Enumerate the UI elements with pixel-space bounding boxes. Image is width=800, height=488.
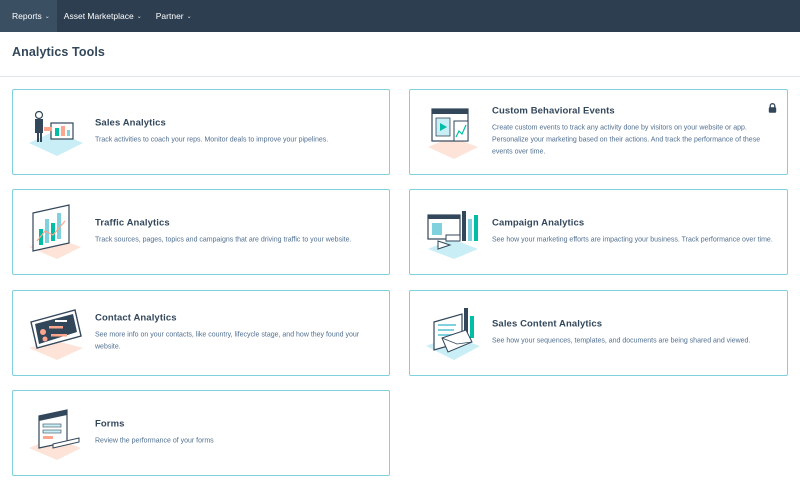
chevron-down-icon: ⌄ bbox=[186, 13, 192, 20]
card-description: Track activities to coach your reps. Mon… bbox=[95, 136, 329, 144]
card-description: Track sources, pages, topics and campaig… bbox=[95, 236, 352, 244]
card-description: See more info on your contacts, like cou… bbox=[95, 331, 360, 351]
card-title: Campaign Analytics bbox=[492, 217, 585, 229]
card-campaign-analytics[interactable]: Campaign Analytics See how your marketin… bbox=[409, 189, 788, 275]
page-title: Analytics Tools bbox=[12, 45, 105, 59]
campaign-analytics-icon bbox=[422, 201, 484, 263]
nav-item-label: Partner bbox=[155, 11, 184, 21]
nav-item-label: Asset Marketplace bbox=[63, 11, 134, 21]
card-title: Sales Content Analytics bbox=[492, 318, 603, 330]
card-title: Custom Behavioral Events bbox=[492, 105, 615, 117]
nav-item-reports[interactable]: Reports ⌄ bbox=[0, 0, 57, 32]
card-forms[interactable]: Forms Review the performance of your for… bbox=[12, 390, 390, 476]
card-title: Sales Analytics bbox=[95, 117, 166, 129]
chevron-down-icon: ⌄ bbox=[136, 13, 142, 20]
card-description: Review the performance of your forms bbox=[95, 437, 214, 445]
card-description: Create custom events to track any activi… bbox=[492, 124, 761, 156]
nav-item-asset-marketplace[interactable]: Asset Marketplace ⌄ bbox=[57, 0, 149, 32]
card-contact-analytics[interactable]: Contact Analytics See more info on your … bbox=[12, 290, 390, 376]
traffic-analytics-icon bbox=[25, 201, 87, 263]
card-title: Traffic Analytics bbox=[95, 217, 170, 229]
card-description: See how your sequences, templates, and d… bbox=[492, 337, 751, 345]
card-custom-behavioral-events[interactable]: Custom Behavioral Events Create custom e… bbox=[409, 89, 788, 175]
sales-content-icon bbox=[422, 302, 484, 364]
sales-analytics-icon bbox=[25, 101, 87, 163]
nav-item-partner[interactable]: Partner ⌄ bbox=[149, 0, 199, 32]
card-sales-analytics[interactable]: Sales Analytics Track activities to coac… bbox=[12, 89, 390, 175]
card-traffic-analytics[interactable]: Traffic Analytics Track sources, pages, … bbox=[12, 189, 390, 275]
card-title: Contact Analytics bbox=[95, 312, 177, 324]
header-divider bbox=[0, 76, 800, 77]
contact-analytics-icon bbox=[25, 302, 87, 364]
card-description: See how your marketing efforts are impac… bbox=[492, 236, 773, 244]
top-nav-bar: Reports ⌄ Asset Marketplace ⌄ Partner ⌄ bbox=[0, 0, 800, 32]
card-title: Forms bbox=[95, 418, 125, 430]
custom-events-icon bbox=[422, 101, 484, 163]
forms-icon bbox=[25, 402, 87, 464]
nav-item-label: Reports bbox=[12, 11, 42, 21]
lock-icon bbox=[768, 100, 777, 113]
chevron-down-icon: ⌄ bbox=[44, 13, 50, 20]
card-sales-content-analytics[interactable]: Sales Content Analytics See how your seq… bbox=[409, 290, 788, 376]
